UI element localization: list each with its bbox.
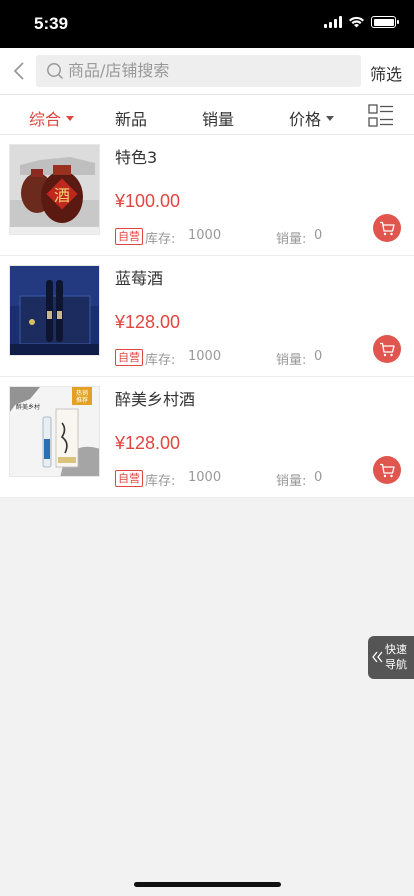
tab-sales-label: 销量 <box>202 110 235 129</box>
quick-nav-button[interactable]: 快速导航 <box>368 636 414 679</box>
back-icon[interactable] <box>10 59 30 83</box>
status-icons <box>324 16 399 28</box>
blueberry-wine-image <box>10 266 99 355</box>
product-item[interactable]: 热销 推荐 醉美乡村 醉美乡村酒 ¥128.00 自营 库存: 1000 销量:… <box>0 377 414 498</box>
tab-price-label: 价格 <box>289 110 322 129</box>
battery-icon <box>371 16 399 28</box>
svg-text:热销: 热销 <box>76 389 88 397</box>
home-indicator <box>134 882 281 887</box>
product-name[interactable]: 醉美乡村酒 <box>115 386 195 410</box>
product-item[interactable]: 蓝莓酒 ¥128.00 自营 库存: 1000 销量: 0 <box>0 256 414 377</box>
status-time: 5:39 <box>34 14 69 33</box>
cart-icon <box>380 342 395 356</box>
product-price: ¥128.00 <box>115 312 181 332</box>
product-image[interactable]: 热销 推荐 醉美乡村 <box>9 386 100 477</box>
product-image[interactable]: 酒 <box>9 144 100 235</box>
stock-label: 库存: <box>145 353 176 368</box>
status-bar: 5:39 <box>0 0 414 48</box>
sales-value: 0 <box>314 349 323 364</box>
caret-down-icon <box>66 115 75 121</box>
search-icon <box>47 63 64 80</box>
product-item[interactable]: 酒 特色3 ¥100.00 自营 库存: 1000 销量: 0 <box>0 135 414 256</box>
sales-value: 0 <box>314 470 323 485</box>
double-chevron-left-icon <box>372 651 383 663</box>
cart-icon <box>380 221 395 235</box>
list-view-toggle-icon[interactable] <box>368 104 394 128</box>
product-image[interactable] <box>9 265 100 356</box>
cart-icon <box>380 463 395 477</box>
tab-new[interactable]: 新品 <box>115 106 147 130</box>
svg-text:醉美乡村: 醉美乡村 <box>16 403 40 411</box>
filter-button[interactable]: 筛选 <box>370 61 402 85</box>
sales-value: 0 <box>314 228 323 243</box>
signal-icon <box>324 16 342 28</box>
add-to-cart-button[interactable] <box>373 456 401 484</box>
stock-label: 库存: <box>145 232 176 247</box>
sales-label: 销量: <box>276 353 307 368</box>
stock-label: 库存: <box>145 474 176 489</box>
rural-wine-image: 热销 推荐 醉美乡村 <box>10 387 99 476</box>
svg-text:酒: 酒 <box>54 186 70 205</box>
self-operated-badge: 自营 <box>115 228 143 245</box>
tab-sales[interactable]: 销量 <box>202 106 234 130</box>
caret-down-icon <box>326 115 335 121</box>
product-list: 酒 特色3 ¥100.00 自营 库存: 1000 销量: 0 蓝莓酒 ¥128… <box>0 135 414 498</box>
product-name[interactable]: 蓝莓酒 <box>115 265 163 289</box>
self-operated-badge: 自营 <box>115 349 143 366</box>
self-operated-badge: 自营 <box>115 470 143 487</box>
add-to-cart-button[interactable] <box>373 214 401 242</box>
stock-value: 1000 <box>188 470 222 485</box>
add-to-cart-button[interactable] <box>373 335 401 363</box>
product-price: ¥100.00 <box>115 191 181 211</box>
tab-new-label: 新品 <box>115 110 148 129</box>
tab-comprehensive-label: 综合 <box>29 110 62 129</box>
svg-text:推荐: 推荐 <box>76 396 88 404</box>
sales-label: 销量: <box>276 474 307 489</box>
wine-jar-image: 酒 <box>10 145 99 234</box>
wifi-icon <box>349 16 364 28</box>
product-name[interactable]: 特色3 <box>115 144 157 168</box>
search-header: 筛选 <box>0 48 414 95</box>
stock-value: 1000 <box>188 228 222 243</box>
search-input[interactable] <box>68 55 348 87</box>
tab-price[interactable]: 价格 <box>289 106 335 130</box>
sales-label: 销量: <box>276 232 307 247</box>
search-box[interactable] <box>36 55 361 87</box>
sort-bar: 综合 新品 销量 价格 <box>0 95 414 135</box>
quick-nav-label: 快速导航 <box>385 643 407 671</box>
tab-comprehensive[interactable]: 综合 <box>29 106 75 130</box>
stock-value: 1000 <box>188 349 222 364</box>
product-price: ¥128.00 <box>115 433 181 453</box>
